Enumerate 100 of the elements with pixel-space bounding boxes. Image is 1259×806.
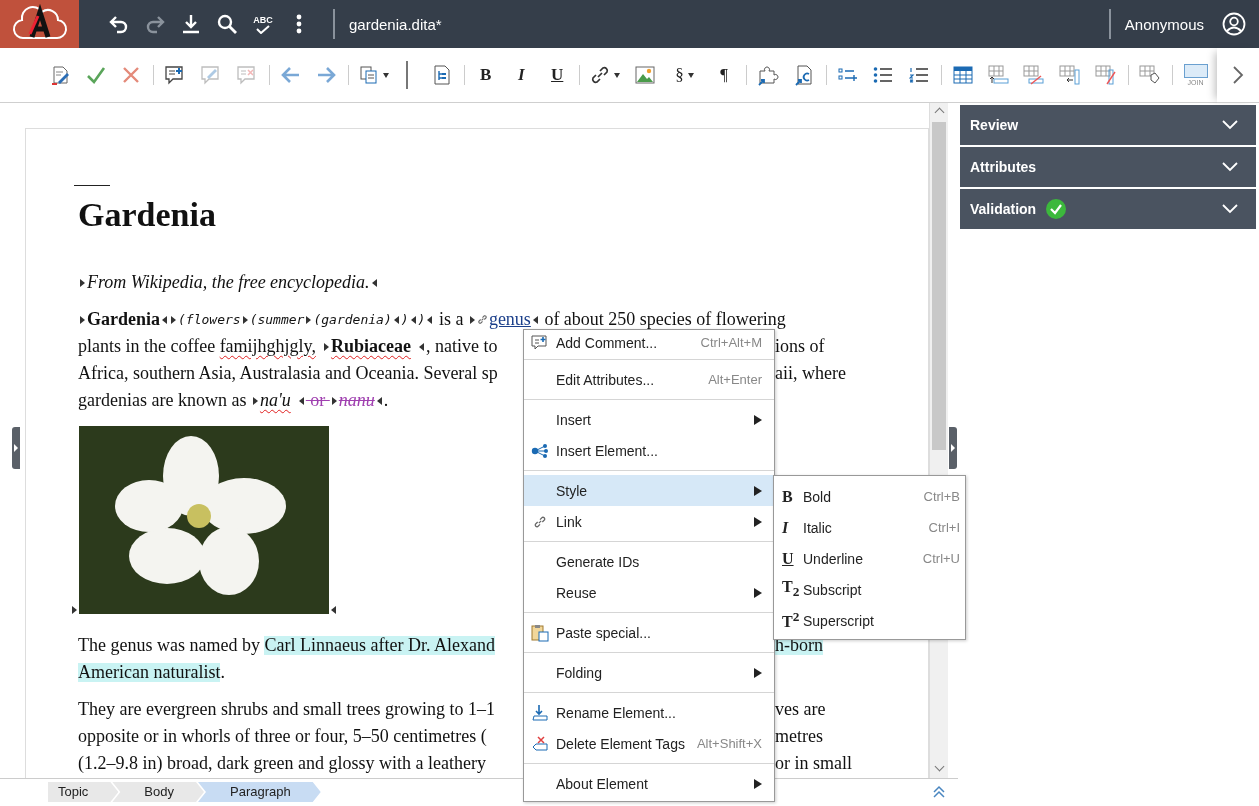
tag-start-icon[interactable] [171,315,176,324]
body-text: , native to [425,337,498,356]
index-term: ) [417,311,426,329]
menu-item[interactable]: Insert [524,404,774,435]
panel-header[interactable]: Validation [960,189,1256,229]
tag-start-icon[interactable] [323,342,329,351]
menu-item[interactable]: About Element [524,768,774,799]
menu-item[interactable]: Add Comment... Ctrl+Alt+M [524,330,774,355]
tag-end-icon[interactable] [298,396,304,405]
misspelled-word: famijhghjgly, [219,337,316,356]
body-text: plants in the coffee [78,337,217,356]
body-text: ves are [775,700,826,719]
section-dropdown-button[interactable]: § [664,59,705,91]
index-term: (flowers [178,311,241,329]
tag-end-icon[interactable] [393,315,399,324]
body-text: Africa, southern Asia, Australasia and Oceania. Several sp [78,364,498,383]
index-term: ) [400,311,409,329]
deleted-text: or [309,391,327,410]
delete-tags-icon [531,734,549,753]
deleted-text: nanu [338,391,375,410]
tag-start-icon[interactable] [306,315,312,324]
tag-start-icon[interactable] [242,315,248,324]
tag-start-icon[interactable] [252,396,258,405]
body-text: gardenias are known as [78,391,248,410]
link-icon [533,514,547,529]
menu-item[interactable]: U Underline Ctrl+U [774,543,965,574]
right-panel-toggle[interactable] [949,427,957,469]
spellcheck-button[interactable]: ABC [249,9,277,39]
menu-item[interactable]: Paste special... [524,617,774,648]
left-panel-toggle[interactable] [12,427,20,469]
body-text: . [383,391,389,410]
tag-start-icon[interactable] [469,315,475,324]
tag-start-icon[interactable] [331,396,337,405]
chevron-right-icon [1232,66,1245,84]
breadcrumb-item[interactable]: Paragraph [198,782,321,802]
italic-button[interactable]: I [505,59,538,91]
body-text: (1.2–9.8 in) broad, dark green and glossy with a leathery [78,754,486,773]
panel-header[interactable]: Review [960,105,1256,145]
menu-item[interactable]: Reuse [524,577,774,608]
breadcrumb-item[interactable]: Topic [48,782,119,802]
menu-item[interactable]: Edit Attributes... Alt+Enter [524,364,774,395]
valid-check-icon [1046,199,1067,219]
breadcrumb-item[interactable]: Body [112,782,204,802]
bold-button[interactable]: B [469,59,502,91]
body-text: aii, where [775,364,846,383]
menu-item[interactable]: Generate IDs [524,546,774,577]
tag-end-icon[interactable] [331,606,336,614]
menu-item[interactable]: Style [524,475,774,506]
underline-button[interactable]: U [541,59,574,91]
body-text: . [220,663,225,682]
italic-text: From Wikipedia, the free encyclopedia. [87,273,370,292]
comment-icon [531,333,549,352]
tag-end-icon[interactable] [371,278,377,287]
bold-text: Gardenia [87,310,160,329]
body-text: They are evergreen shrubs and small trees growing to 1–1 [78,700,496,719]
highlighted-text: Carl Linnaeus after Dr. Alexand [264,636,495,655]
menu-item[interactable]: T$^{2}$ Superscript [774,605,965,636]
copy-icon [359,65,380,85]
element-nodes-icon [531,442,549,459]
menu-item[interactable]: Folding [524,657,774,688]
body-text: or in small [775,754,852,773]
menu-item[interactable]: Rename Element... [524,697,774,728]
file-title: gardenia.dita* [349,15,442,33]
menu-item[interactable]: Link [524,506,774,537]
menu-item[interactable]: I Italic Ctrl+I [774,512,965,543]
link-icon [589,65,610,85]
link-icon [476,314,488,325]
scrollbar-thumb[interactable] [932,122,946,450]
tag-start-icon[interactable] [80,278,85,287]
highlighted-text: American naturalist [78,663,221,682]
tag-end-icon[interactable] [418,342,424,351]
user-name[interactable]: Anonymous [1124,15,1204,33]
index-term: (gardenia) [313,311,392,329]
tag-start-icon[interactable] [80,315,85,324]
body-text: metres [775,727,823,746]
menu-item[interactable]: Insert Element... [524,435,774,466]
user-avatar-icon[interactable] [1222,12,1246,36]
tag-end-icon[interactable] [532,315,538,324]
link[interactable]: genus [476,306,531,333]
menu-item[interactable]: Delete Element Tags Alt+Shift+X [524,728,774,759]
body-text: ions of [775,337,825,356]
panel-header[interactable]: Attributes [960,147,1256,187]
tag-end-icon[interactable] [410,315,416,324]
misspelled-word: na'u [259,391,291,410]
document-title: Gardenia [78,195,217,235]
menu-item[interactable]: B Bold Ctrl+B [774,481,965,512]
misspelled-word: Rubiaceae [330,337,411,356]
expand-up-icon[interactable] [932,785,946,799]
pilcrow-button[interactable]: ¶ [708,59,741,91]
app-logo[interactable] [0,0,79,48]
tag-end-icon[interactable] [162,315,167,324]
body-text: is a [437,310,465,329]
menu-item[interactable]: T$_{2}$ Subscript [774,574,965,605]
tag-end-icon[interactable] [376,396,382,405]
tag-end-icon[interactable] [427,315,433,324]
rename-icon [531,703,549,722]
body-text: of about 250 species of flowering [543,310,786,329]
body-text: The genus was named by [78,636,261,655]
clipboard-icon [531,623,549,642]
check-icon [256,24,270,34]
